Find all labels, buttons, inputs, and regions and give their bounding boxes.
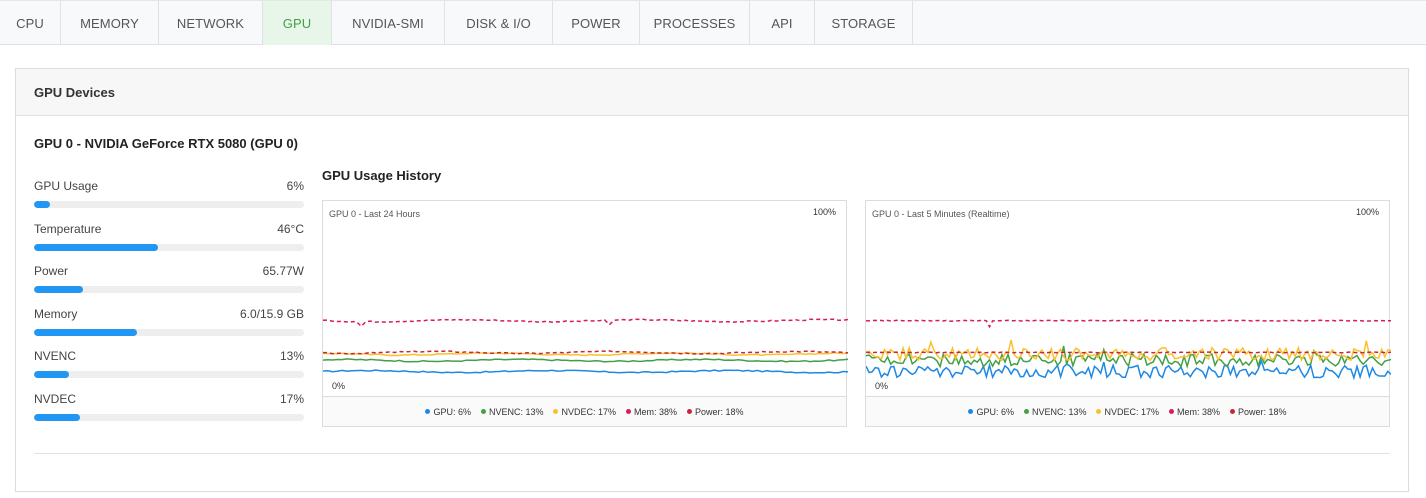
series-line-power bbox=[323, 350, 848, 355]
metric-label: Memory bbox=[34, 306, 78, 321]
chart-title: GPU 0 - Last 24 Hours bbox=[329, 209, 421, 219]
metric-label: NVDEC bbox=[34, 391, 77, 406]
legend-label: GPU: 6% bbox=[976, 406, 1014, 417]
legend-label: Mem: 38% bbox=[1177, 406, 1221, 417]
legend-item-nvenc[interactable]: NVENC: 13% bbox=[480, 406, 544, 417]
legend-item-power[interactable]: Power: 18% bbox=[687, 407, 744, 417]
panel-header: GPU Devices bbox=[16, 69, 1408, 116]
metric-progress-fill bbox=[34, 286, 83, 294]
tab-nvidia-smi[interactable]: NVIDIA-SMI bbox=[332, 1, 445, 45]
gpu-metrics: GPU Usage 6% Temperature 46°C Power 65.77W Mem… bbox=[34, 179, 304, 435]
metric-nvenc: NVENC 13% bbox=[34, 349, 304, 392]
legend-dot-icon bbox=[425, 409, 431, 414]
legend-item-nvdec[interactable]: NVDEC: 17% bbox=[553, 407, 616, 417]
chart-y-max: 100% bbox=[812, 207, 836, 217]
series-line-nvenc bbox=[323, 358, 848, 363]
legend-dot-icon bbox=[1096, 409, 1102, 414]
usage-history-title: GPU Usage History bbox=[322, 168, 442, 183]
metric-nvdec: NVDEC 17% bbox=[34, 392, 304, 435]
legend-label: NVDEC: 17% bbox=[561, 406, 617, 417]
metric-progress-fill bbox=[34, 371, 70, 379]
chart-legend: GPU: 6% NVENC: 13% NVDEC: 17% Mem: 38% Power… bbox=[323, 396, 846, 426]
legend-dot-icon bbox=[1230, 409, 1236, 414]
legend-label: NVENC: 13% bbox=[1031, 406, 1087, 417]
legend-dot-icon bbox=[480, 409, 486, 414]
tab-network[interactable]: NETWORK bbox=[159, 1, 263, 45]
metric-progress-bar bbox=[34, 243, 304, 251]
metric-label: Power bbox=[34, 264, 69, 279]
legend-item-gpu[interactable]: GPU: 6% bbox=[968, 407, 1014, 417]
section-divider bbox=[34, 453, 1390, 454]
gpu-title: GPU 0 - NVIDIA GeForce RTX 5080 (GPU 0) bbox=[34, 136, 298, 151]
metric-progress-fill bbox=[34, 243, 159, 251]
metric-label: Temperature bbox=[34, 221, 102, 236]
tab-cpu[interactable]: CPU bbox=[0, 1, 61, 45]
series-line-nvdec bbox=[323, 351, 848, 357]
metric-power: Power 65.77W bbox=[34, 264, 304, 307]
series-line-mem bbox=[866, 319, 1391, 329]
gpu-devices-panel: GPU Devices GPU 0 - NVIDIA GeForce RTX 5… bbox=[15, 68, 1409, 492]
chart-y-min: 0% bbox=[875, 381, 889, 391]
metric-progress-bar bbox=[34, 413, 304, 421]
legend-label: NVENC: 13% bbox=[488, 406, 544, 417]
tab-bar: CPU MEMORY NETWORK GPU NVIDIA-SMI DISK & I/O P… bbox=[0, 0, 1426, 45]
metric-value: 6.0/15.9 GB bbox=[239, 306, 304, 321]
series-line-gpu bbox=[323, 369, 848, 374]
metric-progress-fill bbox=[34, 413, 80, 421]
legend-dot-icon bbox=[553, 409, 559, 414]
tab-gpu[interactable]: GPU bbox=[263, 1, 332, 45]
metric-progress-fill bbox=[34, 201, 51, 208]
legend-item-mem[interactable]: Mem: 38% bbox=[626, 407, 677, 417]
legend-dot-icon bbox=[1169, 409, 1175, 414]
metric-value: 46°C bbox=[277, 221, 304, 236]
tab-disk-i-o[interactable]: DISK & I/O bbox=[445, 1, 553, 45]
series-line-mem bbox=[323, 318, 848, 328]
metric-value: 65.77W bbox=[262, 264, 304, 279]
metric-progress-fill bbox=[34, 328, 137, 336]
metric-value: 17% bbox=[279, 391, 304, 406]
metric-temperature: Temperature 46°C bbox=[34, 222, 304, 265]
legend-label: GPU: 6% bbox=[433, 406, 471, 417]
legend-label: Power: 18% bbox=[1238, 406, 1287, 417]
legend-label: NVDEC: 17% bbox=[1104, 406, 1160, 417]
tab-memory[interactable]: MEMORY bbox=[61, 1, 159, 45]
chart-title: GPU 0 - Last 5 Minutes (Realtime) bbox=[872, 209, 1010, 219]
legend-item-nvdec[interactable]: NVDEC: 17% bbox=[1096, 407, 1159, 417]
metric-progress-bar bbox=[34, 201, 304, 208]
metric-value: 6% bbox=[286, 179, 304, 193]
chart-5-minutes: GPU 0 - Last 5 Minutes (Realtime) 100% 0… bbox=[865, 200, 1391, 427]
legend-item-gpu[interactable]: GPU: 6% bbox=[425, 407, 471, 417]
metric-label: NVENC bbox=[34, 349, 77, 364]
legend-dot-icon bbox=[626, 409, 632, 414]
tab-storage[interactable]: STORAGE bbox=[815, 1, 913, 45]
tab-power[interactable]: POWER bbox=[553, 1, 640, 45]
tab-processes[interactable]: PROCESSES bbox=[640, 1, 750, 45]
series-line-nvdec bbox=[866, 339, 1391, 363]
metric-progress-bar bbox=[34, 371, 304, 379]
legend-dot-icon bbox=[1023, 409, 1029, 414]
metric-progress-bar bbox=[34, 328, 304, 336]
metric-progress-bar bbox=[34, 286, 304, 294]
chart-24-hours: GPU 0 - Last 24 Hours 100% 0% GPU: 6% NVE… bbox=[322, 200, 848, 427]
legend-item-mem[interactable]: Mem: 38% bbox=[1169, 407, 1220, 417]
metric-memory: Memory 6.0/15.9 GB bbox=[34, 307, 304, 350]
chart-y-max: 100% bbox=[1355, 207, 1379, 217]
chart-5min-plot bbox=[866, 319, 1391, 381]
legend-item-nvenc[interactable]: NVENC: 13% bbox=[1023, 406, 1087, 417]
legend-item-power[interactable]: Power: 18% bbox=[1230, 407, 1287, 417]
legend-label: Power: 18% bbox=[695, 406, 744, 417]
legend-dot-icon bbox=[968, 409, 974, 414]
metric-gpu-usage: GPU Usage 6% bbox=[34, 179, 304, 222]
tab-api[interactable]: API bbox=[750, 1, 815, 45]
legend-label: Mem: 38% bbox=[634, 406, 678, 417]
metric-value: 13% bbox=[279, 349, 304, 364]
chart-y-min: 0% bbox=[332, 381, 346, 391]
chart-24h-plot bbox=[323, 318, 848, 374]
metric-label: GPU Usage bbox=[34, 179, 99, 193]
legend-dot-icon bbox=[687, 409, 693, 414]
chart-legend: GPU: 6% NVENC: 13% NVDEC: 17% Mem: 38% Power… bbox=[866, 396, 1389, 426]
